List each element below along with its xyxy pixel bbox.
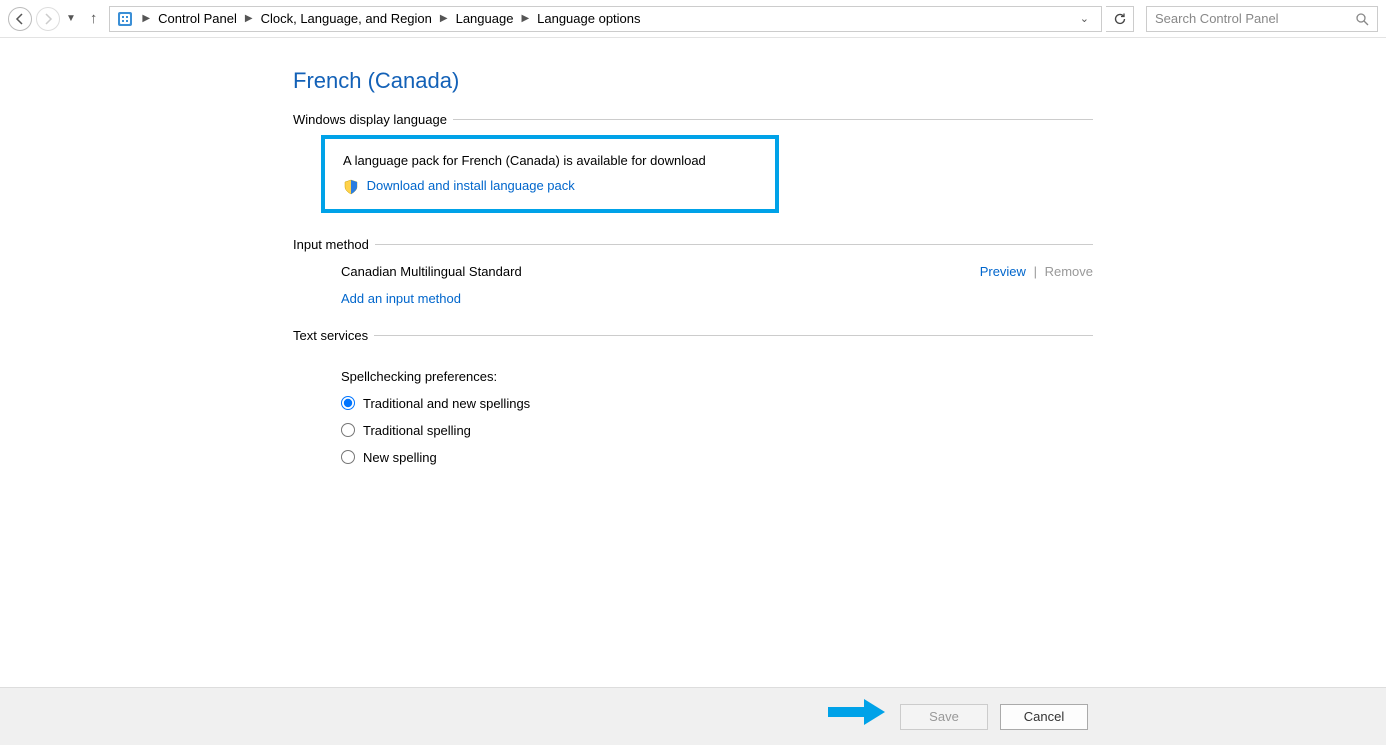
- breadcrumb-item[interactable]: Control Panel: [158, 11, 237, 26]
- refresh-button[interactable]: [1106, 6, 1134, 32]
- refresh-icon: [1113, 12, 1127, 26]
- spell-option-1[interactable]: Traditional spelling: [341, 423, 1093, 438]
- arrow-left-icon: [14, 13, 26, 25]
- breadcrumb-item[interactable]: Language: [456, 11, 514, 26]
- annotation-arrow-icon: [828, 698, 886, 729]
- radio-new[interactable]: [341, 450, 355, 464]
- radio-traditional-new[interactable]: [341, 396, 355, 410]
- search-icon: [1355, 12, 1369, 29]
- preview-link[interactable]: Preview: [980, 264, 1026, 279]
- save-button[interactable]: Save: [900, 704, 988, 730]
- page-title: French (Canada): [293, 68, 1093, 94]
- section-label-text: Input method: [293, 237, 369, 252]
- input-method-name: Canadian Multilingual Standard: [341, 264, 980, 279]
- section-label-text: Windows display language: [293, 112, 447, 127]
- section-label-text: Text services: [293, 328, 368, 343]
- address-bar[interactable]: ▶ Control Panel ▶ Clock, Language, and R…: [109, 6, 1102, 32]
- arrow-right-icon: [42, 13, 54, 25]
- remove-link: Remove: [1045, 264, 1093, 279]
- spell-option-0[interactable]: Traditional and new spellings: [341, 396, 1093, 411]
- input-method-row: Canadian Multilingual Standard Preview |…: [341, 264, 1093, 279]
- section-text-services: Text services: [293, 328, 1093, 343]
- section-display-language: Windows display language: [293, 112, 1093, 127]
- back-button[interactable]: [8, 7, 32, 31]
- up-button[interactable]: ↑: [82, 10, 106, 27]
- content: French (Canada) Windows display language…: [293, 38, 1093, 465]
- radio-label: Traditional spelling: [363, 423, 471, 438]
- language-pack-highlight: A language pack for French (Canada) is a…: [321, 135, 779, 213]
- forward-button[interactable]: [36, 7, 60, 31]
- recent-dropdown[interactable]: ▼: [64, 13, 78, 24]
- search-input[interactable]: [1155, 11, 1369, 26]
- spell-option-2[interactable]: New spelling: [341, 450, 1093, 465]
- language-pack-message: A language pack for French (Canada) is a…: [343, 153, 757, 168]
- address-dropdown[interactable]: ⌄: [1074, 12, 1095, 25]
- breadcrumb-item[interactable]: Clock, Language, and Region: [261, 11, 432, 26]
- spellchecking-label: Spellchecking preferences:: [341, 369, 1093, 384]
- input-method-actions: Preview | Remove: [980, 264, 1093, 279]
- download-language-pack-link[interactable]: Download and install language pack: [367, 178, 575, 193]
- download-language-pack-row: Download and install language pack: [343, 178, 757, 195]
- control-panel-icon: [116, 10, 134, 28]
- breadcrumb-separator: ▶: [517, 13, 533, 24]
- cancel-button[interactable]: Cancel: [1000, 704, 1088, 730]
- breadcrumb-separator: ▶: [241, 13, 257, 24]
- bottom-bar: Save Cancel: [0, 687, 1386, 745]
- breadcrumb-separator: ▶: [138, 13, 154, 24]
- breadcrumb-separator: ▶: [436, 13, 452, 24]
- add-input-method-link[interactable]: Add an input method: [341, 291, 461, 306]
- topbar: ▼ ↑ ▶ Control Panel ▶ Clock, Language, a…: [0, 0, 1386, 38]
- section-input-method: Input method: [293, 237, 1093, 252]
- radio-label: Traditional and new spellings: [363, 396, 530, 411]
- separator: |: [1034, 264, 1037, 279]
- radio-label: New spelling: [363, 450, 437, 465]
- shield-icon: [343, 179, 359, 195]
- add-input-method-row: Add an input method: [341, 291, 1093, 306]
- breadcrumb-item[interactable]: Language options: [537, 11, 640, 26]
- radio-traditional[interactable]: [341, 423, 355, 437]
- search-box[interactable]: [1146, 6, 1378, 32]
